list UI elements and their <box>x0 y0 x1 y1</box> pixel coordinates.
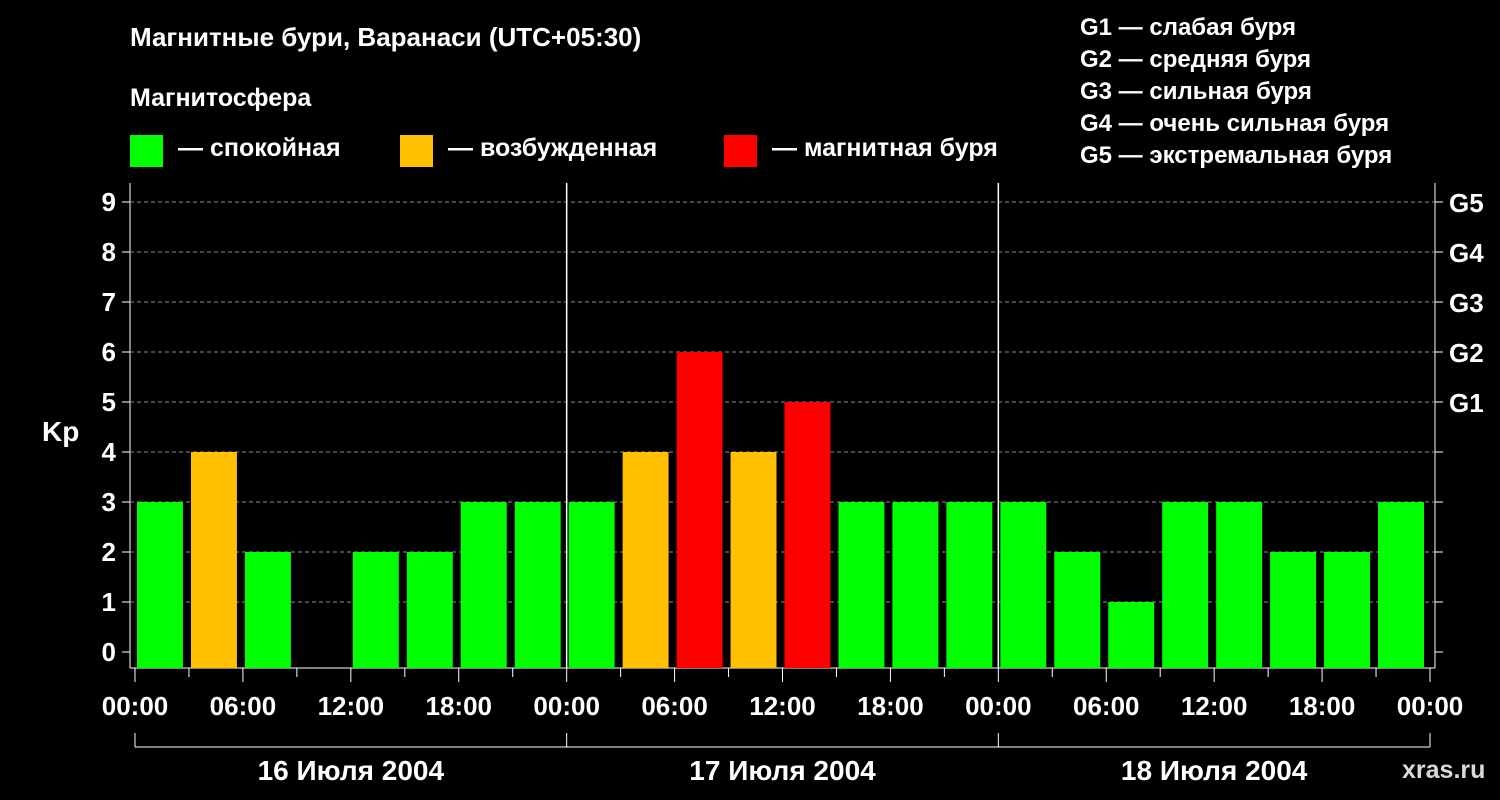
kp-bar <box>676 352 723 668</box>
kp-bar <box>730 452 777 668</box>
day-label: 18 Июля 2004 <box>1121 755 1308 786</box>
kp-bar <box>190 452 237 668</box>
y-tick-label: 1 <box>102 587 116 617</box>
x-tick-label: 00:00 <box>102 691 169 721</box>
y-axis-label: Kp <box>42 416 79 447</box>
kp-bar <box>1216 502 1263 668</box>
kp-bar <box>784 402 831 668</box>
x-tick-label: 06:00 <box>1073 691 1140 721</box>
g-tick-label: G4 <box>1449 238 1484 268</box>
x-tick-label: 12:00 <box>318 691 385 721</box>
y-tick-label: 4 <box>102 437 117 467</box>
kp-bar <box>1162 502 1209 668</box>
x-tick-label: 18:00 <box>857 691 924 721</box>
y-tick-label: 2 <box>102 537 116 567</box>
g-tick-label: G2 <box>1449 338 1484 368</box>
x-tick-label: 00:00 <box>965 691 1032 721</box>
y-tick-label: 8 <box>102 237 116 267</box>
watermark: xras.ru <box>1402 756 1486 784</box>
x-tick-label: 00:00 <box>533 691 600 721</box>
kp-bar <box>1108 602 1155 668</box>
kp-bar <box>244 552 291 668</box>
kp-bar <box>406 552 453 668</box>
x-tick-label: 12:00 <box>749 691 816 721</box>
kp-bar <box>568 502 615 668</box>
x-tick-label: 18:00 <box>426 691 493 721</box>
x-tick-label: 06:00 <box>641 691 708 721</box>
y-tick-label: 6 <box>102 337 116 367</box>
kp-bar-chart: 0 1 2 3 4 5 6 7 8 9 G1 G2 G3 G4 G5 Kp 00:00 06:00 12:00 18:… <box>42 183 1484 786</box>
g-tick-label: G1 <box>1449 388 1484 418</box>
kp-bar <box>514 502 561 668</box>
x-tick-label: 00:00 <box>1397 691 1464 721</box>
kp-bar <box>137 502 183 668</box>
day-label: 16 Июля 2004 <box>258 755 445 786</box>
kp-bar <box>838 502 885 668</box>
x-tick-label: 06:00 <box>210 691 277 721</box>
kp-bar <box>1054 552 1101 668</box>
kp-bar <box>1000 502 1047 668</box>
kp-bar <box>352 552 399 668</box>
kp-bar <box>460 502 507 668</box>
y-tick-label: 5 <box>102 387 116 417</box>
x-tick-label: 12:00 <box>1181 691 1248 721</box>
kp-bar <box>1324 552 1371 668</box>
y-tick-label: 7 <box>102 287 116 317</box>
g-tick-label: G5 <box>1449 188 1484 218</box>
kp-bar <box>892 502 939 668</box>
day-label: 17 Июля 2004 <box>689 755 876 786</box>
kp-bar <box>1270 552 1317 668</box>
g-tick-label: G3 <box>1449 288 1484 318</box>
kp-bar <box>946 502 993 668</box>
y-tick-label: 9 <box>102 187 116 217</box>
kp-bar <box>1378 502 1424 668</box>
kp-bar <box>622 452 669 668</box>
y-tick-label: 3 <box>102 487 116 517</box>
x-tick-label: 18:00 <box>1289 691 1356 721</box>
y-tick-label: 0 <box>102 637 116 667</box>
